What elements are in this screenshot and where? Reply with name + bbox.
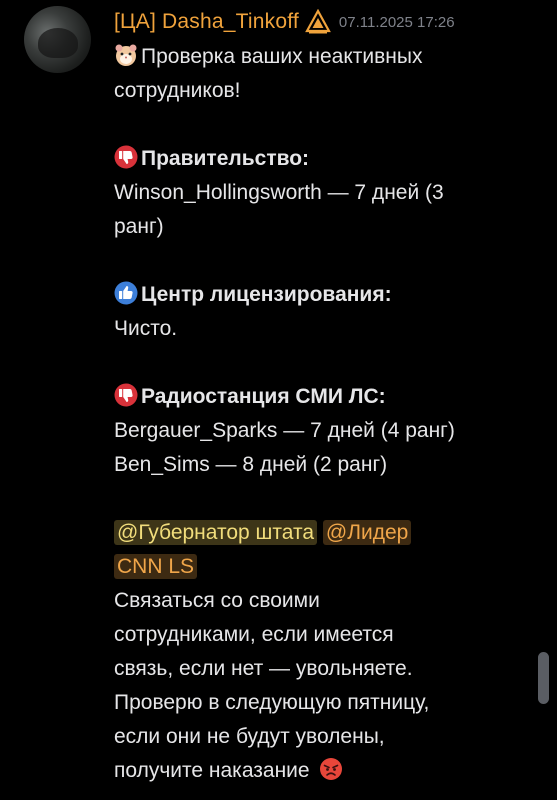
section-title-line: Правительство: (114, 142, 494, 176)
closing-line: сотрудниками, если имеется (114, 623, 394, 646)
mention-governor[interactable]: @Губернатор штата (114, 520, 318, 545)
section-title-line: Радиостанция СМИ ЛС: (114, 380, 494, 414)
role-badge-icon (305, 9, 331, 34)
message-body: Проверка ваших неактивных сотрудников! П… (114, 40, 494, 788)
mention-cnn-leader-cont[interactable]: CNN LS (114, 554, 198, 579)
section-title: Центр лицензирования: (141, 283, 392, 306)
thumbs-up-icon (114, 281, 138, 305)
closing-last-line: получите наказание (114, 754, 494, 788)
closing-line: связь, если нет — увольняете. (114, 657, 413, 680)
mention-cnn-leader[interactable]: @Лидер (322, 520, 412, 545)
section-line: Bergauer_Sparks — 7 дней (4 ранг) (114, 419, 455, 442)
section-title-line: Центр лицензирования: (114, 278, 494, 312)
closing-line: получите наказание (114, 759, 310, 782)
mentions-line-cont: CNN LS (114, 550, 494, 584)
intro-line: Проверка ваших неактивных (114, 40, 494, 74)
author-name[interactable]: [ЦА] Dasha_Tinkoff (114, 10, 299, 34)
closing-line: Проверю в следующую пятницу, (114, 691, 430, 714)
section-line: ранг) (114, 215, 164, 238)
intro-text: Проверка ваших неактивных (141, 45, 423, 68)
thumbs-down-icon (114, 145, 138, 169)
message-timestamp: 07.11.2025 17:26 (338, 13, 455, 31)
angry-face-emoji-icon (320, 758, 343, 780)
avatar[interactable] (24, 6, 91, 73)
thumbs-down-icon (114, 383, 138, 407)
message-header: [ЦА] Dasha_Tinkoff 07.11.2025 17:26 (114, 8, 455, 36)
chat-message: [ЦА] Dasha_Tinkoff 07.11.2025 17:26 Пров… (0, 0, 557, 800)
section-title: Правительство: (141, 147, 310, 170)
section-line: Ben_Sims — 8 дней (2 ранг) (114, 453, 388, 476)
scrollbar-thumb[interactable] (538, 652, 549, 704)
section-line: Чисто. (114, 317, 178, 340)
closing-line: Связаться со своими (114, 589, 320, 612)
intro-text-cont: сотрудников! (114, 79, 241, 102)
closing-line: если они не будут уволены, (114, 725, 385, 748)
section-line: Winson_Hollingsworth — 7 дней (3 (114, 181, 444, 204)
hamster-emoji-icon (115, 44, 137, 66)
section-title: Радиостанция СМИ ЛС: (141, 385, 386, 408)
mentions-line: @Губернатор штата @Лидер (114, 516, 494, 550)
